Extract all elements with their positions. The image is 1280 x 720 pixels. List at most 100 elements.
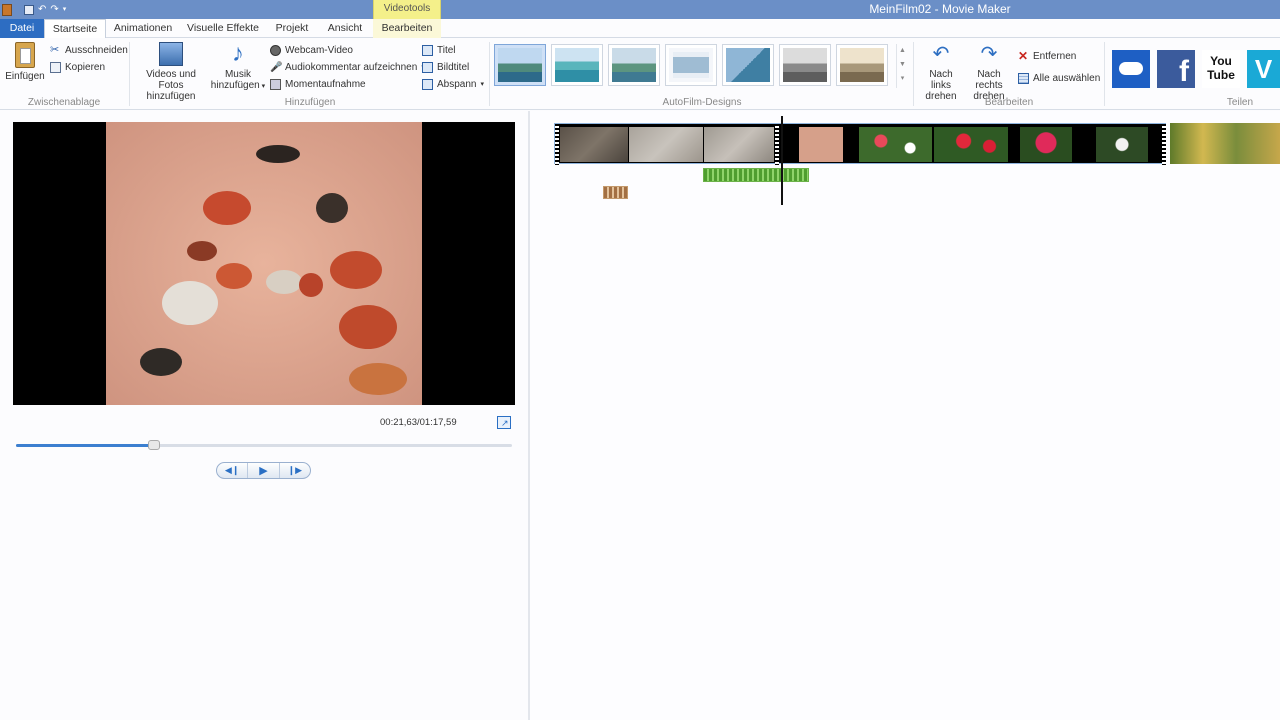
dropdown-arrow-icon[interactable]: ▾ (480, 80, 484, 88)
microphone-icon: 🎤 (270, 61, 283, 73)
rotate-left-button[interactable]: ↶ Nach links drehen (918, 42, 964, 102)
theme-preview-image (498, 48, 542, 82)
credits-button[interactable]: Abspann ▾ (422, 76, 484, 92)
window-title: MeinFilm02 - Movie Maker (869, 2, 1011, 16)
theme-preview-image (555, 48, 599, 82)
next-frame-button[interactable]: ❙▶ (280, 463, 310, 478)
clip-frame-image (799, 127, 843, 162)
clip-frame (629, 127, 703, 162)
add-music-label-line2-text: hinzufügen (210, 80, 260, 91)
add-videos-photos-button[interactable]: Videos und Fotos hinzufügen (133, 42, 209, 102)
webcam-label: Webcam-Video (285, 44, 353, 56)
previous-frame-icon: ◀❙ (224, 465, 240, 475)
vimeo-icon[interactable]: V (1247, 50, 1280, 88)
clip-frame (934, 127, 1008, 162)
theme-thumbnail[interactable] (608, 44, 660, 86)
app-icon[interactable] (2, 3, 12, 16)
theme-preview-image (726, 48, 770, 82)
group-label-editing: Bearbeiten (984, 97, 1034, 108)
add-music-button[interactable]: ♪ Musik hinzufügen ▾ (208, 42, 268, 92)
record-narration-button[interactable]: 🎤 Audiokommentar aufzeichnen ▾ (270, 59, 425, 75)
cut-button[interactable]: ✂ Ausschneiden (50, 42, 128, 58)
theme-thumbnail[interactable] (779, 44, 831, 86)
add-music-label-line1: Musik (224, 69, 252, 80)
group-label-share: Teilen (1226, 97, 1254, 108)
caption-label: Bildtitel (437, 61, 470, 73)
theme-thumbnail[interactable] (551, 44, 603, 86)
preview-pane: 00:21,63/01:17,59 ↗ ◀❙ ▶ ❙▶ (0, 111, 528, 720)
tab-startseite[interactable]: Startseite (44, 19, 106, 39)
music-note-icon: ♪ (232, 40, 244, 67)
theme-preview-image (840, 48, 884, 82)
tab-animationen[interactable]: Animationen (108, 19, 178, 38)
remove-x-icon: ✕ (1018, 48, 1029, 63)
playback-controls: ◀❙ ▶ ❙▶ (216, 462, 311, 479)
play-button[interactable]: ▶ (248, 463, 280, 478)
customize-qat-icon[interactable]: ▾ (63, 1, 67, 18)
video-preview[interactable] (13, 122, 515, 405)
youtube-icon[interactable]: You Tube (1202, 50, 1240, 88)
remove-button[interactable]: ✕ Entfernen (1018, 48, 1076, 64)
title-icon (422, 44, 433, 56)
theme-thumbnail[interactable] (836, 44, 888, 86)
film-sprocket (555, 124, 559, 165)
theme-gallery-scroll[interactable]: ▲ ▼ ▾ (896, 44, 908, 88)
title-caption-clip[interactable] (603, 186, 628, 199)
clip-frame (785, 127, 857, 162)
videotools-context-label: Videotools (373, 0, 441, 19)
caption-button[interactable]: Bildtitel (422, 59, 469, 75)
select-all-button[interactable]: Alle auswählen (1018, 70, 1100, 86)
cut-label: Ausschneiden (65, 44, 128, 56)
rotate-right-button[interactable]: ↷ Nach rechts drehen (964, 42, 1014, 102)
onedrive-icon[interactable] (1112, 50, 1150, 88)
play-icon: ▶ (259, 465, 268, 477)
tab-projekt[interactable]: Projekt (268, 19, 316, 38)
credits-label: Abspann (437, 78, 477, 90)
snapshot-icon (270, 78, 281, 90)
webcam-icon (270, 44, 281, 56)
previous-frame-button[interactable]: ◀❙ (217, 463, 249, 478)
clip-frame-image (1096, 127, 1148, 162)
seek-progress (16, 444, 155, 447)
theme-thumbnail[interactable] (494, 44, 546, 86)
seek-thumb[interactable] (148, 440, 161, 450)
seek-bar[interactable] (16, 440, 512, 450)
webcam-video-button[interactable]: Webcam-Video (270, 42, 353, 58)
timeline-playhead[interactable] (781, 116, 783, 205)
copy-button[interactable]: Kopieren (50, 59, 105, 75)
clip-frame (704, 127, 774, 162)
video-clip-strip[interactable] (1170, 123, 1280, 164)
clip-frame (1086, 127, 1160, 162)
group-label-add: Hinzufügen (284, 97, 336, 108)
theme-preview-image (669, 48, 713, 82)
tab-ansicht[interactable]: Ansicht (320, 19, 370, 38)
ribbon: Einfügen ✂ Ausschneiden Kopieren Zwische… (0, 38, 1280, 110)
tab-visuelle-effekte[interactable]: Visuelle Effekte (182, 19, 264, 38)
facebook-icon[interactable]: f (1157, 50, 1195, 88)
copy-label: Kopieren (65, 61, 106, 73)
theme-thumbnail[interactable] (665, 44, 717, 86)
stones-image (106, 122, 422, 405)
narration-label: Audiokommentar aufzeichnen (285, 61, 418, 73)
expand-arrow-icon: ↗ (501, 418, 509, 428)
redo-icon[interactable]: ↷ (50, 1, 58, 18)
audio-track-clip[interactable] (703, 168, 809, 182)
credits-icon (422, 78, 433, 90)
undo-icon[interactable]: ↶ (38, 1, 46, 18)
snapshot-button[interactable]: Momentaufnahme (270, 76, 366, 92)
add-music-label-line2: hinzufügen ▾ (208, 80, 268, 92)
dropdown-arrow-icon[interactable]: ▾ (260, 83, 266, 90)
preview-frame-image (106, 122, 422, 405)
tab-datei[interactable]: Datei (0, 19, 44, 38)
fullscreen-icon[interactable]: ↗ (497, 416, 511, 429)
film-sprocket (775, 124, 779, 165)
save-icon[interactable] (24, 4, 34, 15)
clip-frame-image (1020, 127, 1072, 162)
tab-bearbeiten[interactable]: Bearbeiten (373, 19, 441, 38)
video-clip-strip[interactable] (554, 123, 1166, 165)
title-button[interactable]: Titel (422, 42, 456, 58)
clip-frame (859, 127, 932, 162)
paste-button[interactable]: Einfügen (4, 42, 46, 82)
theme-thumbnail[interactable] (722, 44, 774, 86)
film-photo-icon (159, 42, 183, 66)
